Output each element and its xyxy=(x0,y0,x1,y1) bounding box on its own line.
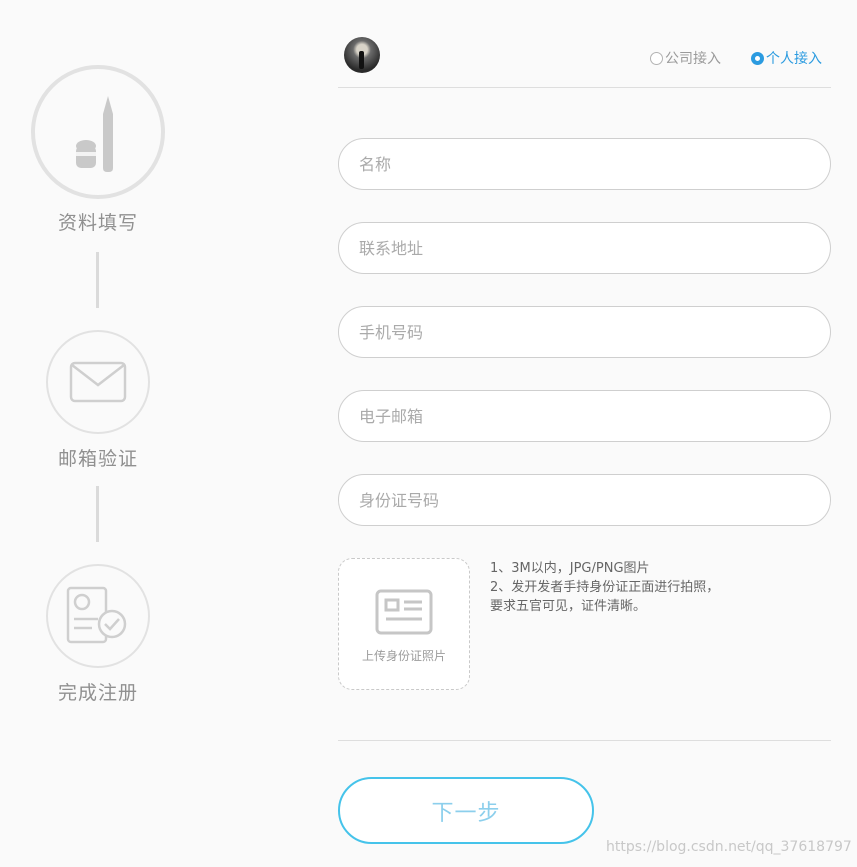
step-connector xyxy=(96,252,99,308)
id-card-icon xyxy=(375,589,433,635)
upload-requirements: 1、3M以内，JPG/PNG图片 2、发开发者手持身份证正面进行拍照， 要求五官… xyxy=(490,559,719,616)
step-3-label: 完成注册 xyxy=(57,682,138,704)
step-2-label: 邮箱验证 xyxy=(57,448,138,470)
certificate-check-icon xyxy=(66,586,127,644)
upload-note-1: 1、3M以内，JPG/PNG图片 xyxy=(490,561,650,576)
step-2-circle xyxy=(46,330,150,434)
envelope-icon xyxy=(69,361,127,403)
radio-checked-icon[interactable] xyxy=(751,51,764,65)
watermark-text: https://blog.csdn.net/qq_37618797 xyxy=(606,839,852,855)
phone-input[interactable] xyxy=(338,306,831,358)
radio-company-access[interactable]: 公司接入 xyxy=(650,48,721,68)
step-1-label: 资料填写 xyxy=(57,212,138,234)
name-input[interactable] xyxy=(338,138,831,190)
upload-note-2: 2、发开发者手持身份证正面进行拍照， xyxy=(490,580,720,595)
step-connector xyxy=(96,486,99,542)
radio-personal-label: 个人接入 xyxy=(766,51,822,67)
upload-label: 上传身份证照片 xyxy=(361,649,446,663)
id-photo-upload-button[interactable]: 上传身份证照片 xyxy=(338,558,470,690)
radio-unchecked-icon[interactable] xyxy=(650,51,663,65)
upload-note-3: 要求五官可见，证件清晰。 xyxy=(490,599,647,614)
radio-personal-access[interactable]: 个人接入 xyxy=(751,48,822,68)
address-input[interactable] xyxy=(338,222,831,274)
email-input[interactable] xyxy=(338,390,831,442)
radio-company-label: 公司接入 xyxy=(665,51,721,67)
header-divider xyxy=(338,87,831,88)
next-step-button[interactable]: 下一步 xyxy=(338,777,594,844)
pen-icon xyxy=(76,96,113,172)
step-3-circle xyxy=(46,564,150,668)
user-avatar[interactable] xyxy=(344,37,380,73)
step-1-circle xyxy=(31,65,165,199)
id-number-input[interactable] xyxy=(338,474,831,526)
form-divider xyxy=(338,740,831,741)
